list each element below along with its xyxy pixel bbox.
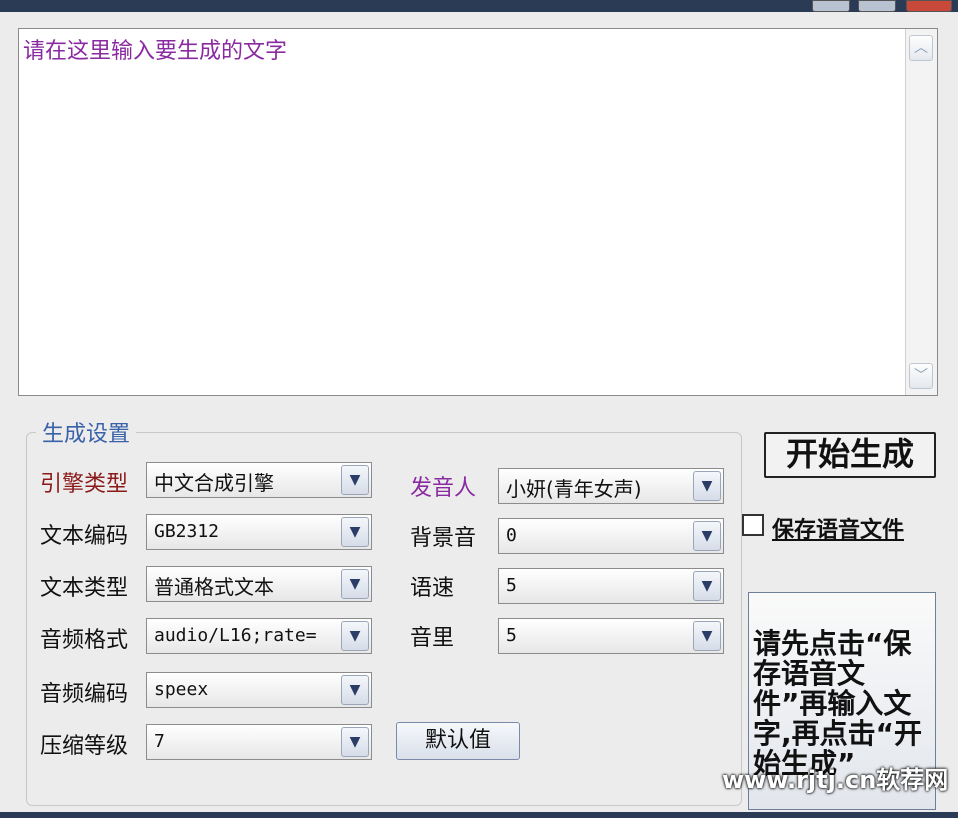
background-sound-label: 背景音	[410, 526, 477, 551]
chevron-down-icon[interactable]: ▼	[693, 571, 721, 601]
settings-group-title: 生成设置	[36, 416, 137, 448]
save-audio-label[interactable]: 保存语音文件	[772, 512, 904, 544]
text-type-select[interactable]: 普通格式文本 ▼	[146, 566, 372, 602]
audio-codec-select[interactable]: speex ▼	[146, 672, 372, 708]
scroll-down-button[interactable]: ﹀	[909, 363, 933, 389]
chevron-down-icon[interactable]: ▼	[693, 471, 721, 501]
text-input-placeholder: 请在这里输入要生成的文字	[23, 39, 288, 64]
text-encoding-value: GB2312	[154, 521, 220, 542]
scroll-up-button[interactable]: ︿	[909, 35, 933, 61]
audio-codec-label: 音频编码	[40, 682, 129, 707]
engine-type-value: 中文合成引擎	[154, 471, 274, 495]
text-input-area[interactable]: 请在这里输入要生成的文字 ︿ ﹀	[18, 28, 938, 396]
chevron-up-icon: ︿	[914, 40, 928, 56]
volume-value: 5	[506, 625, 517, 646]
chevron-down-icon[interactable]: ▼	[341, 517, 369, 547]
compression-level-label: 压缩等级	[40, 734, 129, 759]
vertical-scrollbar[interactable]: ︿ ﹀	[905, 29, 937, 395]
engine-type-label: 引擎类型	[40, 472, 129, 497]
background-sound-value: 0	[506, 525, 517, 546]
site-watermark: www.rjtj.cn软荐网	[722, 766, 949, 794]
chevron-down-icon: ﹀	[914, 368, 928, 384]
speech-rate-value: 5	[506, 575, 517, 596]
text-encoding-label: 文本编码	[40, 524, 129, 549]
default-values-button[interactable]: 默认值	[396, 722, 520, 760]
maximize-button[interactable]	[858, 0, 896, 12]
chevron-down-icon[interactable]: ▼	[341, 465, 369, 495]
bottom-border	[0, 812, 958, 818]
text-type-value: 普通格式文本	[154, 575, 274, 599]
instruction-text: 请先点击“保存语音文件”再输入文字,再点击“开始生成”	[753, 627, 923, 780]
audio-format-label: 音频格式	[40, 628, 129, 653]
speech-rate-select[interactable]: 5 ▼	[498, 568, 724, 604]
volume-label: 音里	[410, 626, 455, 651]
chevron-down-icon[interactable]: ▼	[341, 675, 369, 705]
start-generate-button[interactable]: 开始生成	[764, 432, 936, 478]
background-sound-select[interactable]: 0 ▼	[498, 518, 724, 554]
save-audio-checkbox[interactable]	[742, 514, 764, 536]
text-type-label: 文本类型	[40, 576, 129, 601]
minimize-button[interactable]	[812, 0, 850, 12]
text-encoding-select[interactable]: GB2312 ▼	[146, 514, 372, 550]
compression-level-select[interactable]: 7 ▼	[146, 724, 372, 760]
chevron-down-icon[interactable]: ▼	[341, 569, 369, 599]
compression-level-value: 7	[154, 731, 165, 752]
speaker-select[interactable]: 小妍(青年女声) ▼	[498, 468, 724, 504]
speech-rate-label: 语速	[410, 576, 455, 601]
chevron-down-icon[interactable]: ▼	[693, 521, 721, 551]
speaker-label: 发音人	[410, 476, 477, 501]
audio-codec-value: speex	[154, 679, 209, 700]
speaker-value: 小妍(青年女声)	[506, 477, 642, 501]
audio-format-value: audio/L16;rate=	[154, 625, 317, 646]
volume-select[interactable]: 5 ▼	[498, 618, 724, 654]
audio-format-select[interactable]: audio/L16;rate= ▼	[146, 618, 372, 654]
engine-type-select[interactable]: 中文合成引擎 ▼	[146, 462, 372, 498]
close-button[interactable]	[906, 0, 952, 12]
chevron-down-icon[interactable]: ▼	[693, 621, 721, 651]
chevron-down-icon[interactable]: ▼	[341, 727, 369, 757]
chevron-down-icon[interactable]: ▼	[341, 621, 369, 651]
